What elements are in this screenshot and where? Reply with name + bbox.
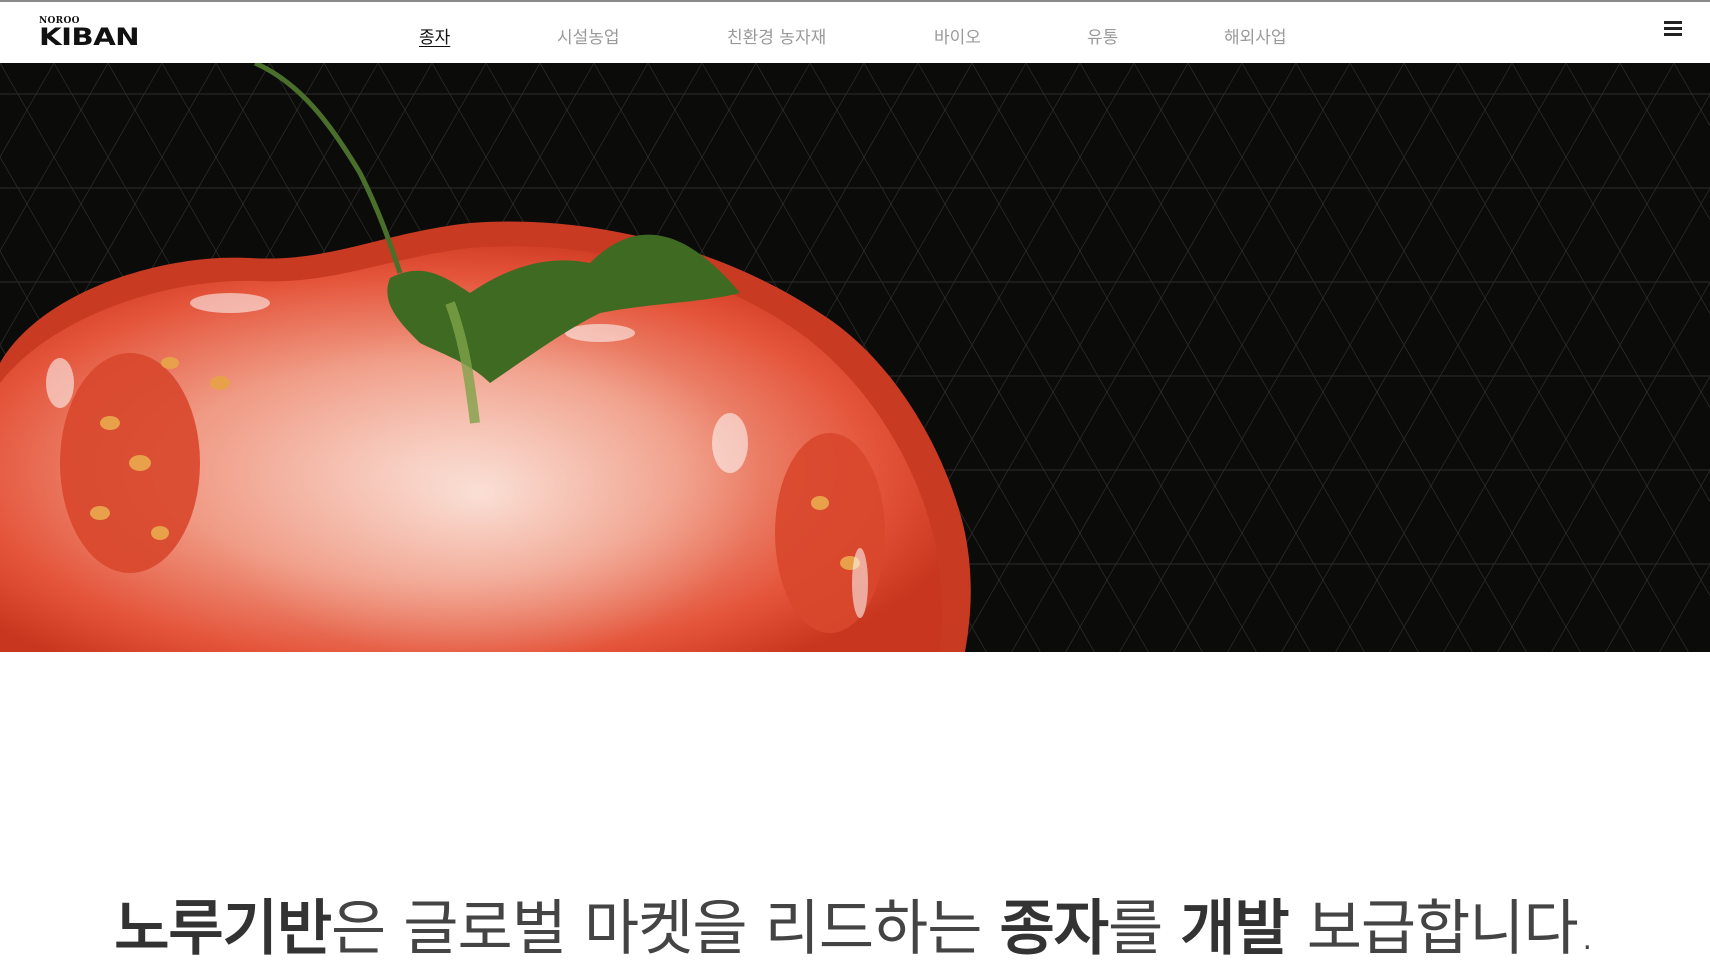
- main-nav: 종자 시설농업 친환경 농자재 바이오 유통 해외사업: [0, 23, 1710, 48]
- nav-item-bio[interactable]: 바이오: [934, 23, 981, 48]
- tagline-part-6: 보급합니다.: [1288, 894, 1597, 964]
- hamburger-menu-icon[interactable]: [1664, 21, 1682, 37]
- tagline-part-3: 종자: [999, 894, 1109, 964]
- nav-item-distribution[interactable]: 유통: [1087, 23, 1118, 48]
- tagline-part-4: 를: [1107, 894, 1181, 964]
- page: NOROO KIBAN 종자 시설농업 친환경 농자재 바이오 유통 해외사업: [0, 0, 1710, 978]
- hero-banner: [0, 63, 1710, 652]
- tagline-part-2: 은 글로벌 마켓을 리드하는: [331, 894, 1000, 964]
- nav-item-greenhouse[interactable]: 시설농업: [557, 23, 620, 48]
- tagline-part-5: 개발: [1180, 894, 1289, 964]
- nav-item-overseas[interactable]: 해외사업: [1224, 23, 1287, 48]
- tagline-part-1: 노루기반: [114, 894, 332, 964]
- site-header: NOROO KIBAN 종자 시설농업 친환경 농자재 바이오 유통 해외사업: [0, 0, 1710, 63]
- nav-item-eco-materials[interactable]: 친환경 농자재: [727, 23, 826, 48]
- tagline: 노루기반은 글로벌 마켓을 리드하는 종자를 개발 보급합니다.: [0, 880, 1710, 967]
- nav-item-seed[interactable]: 종자: [419, 23, 450, 48]
- tomato-image: [0, 63, 1710, 652]
